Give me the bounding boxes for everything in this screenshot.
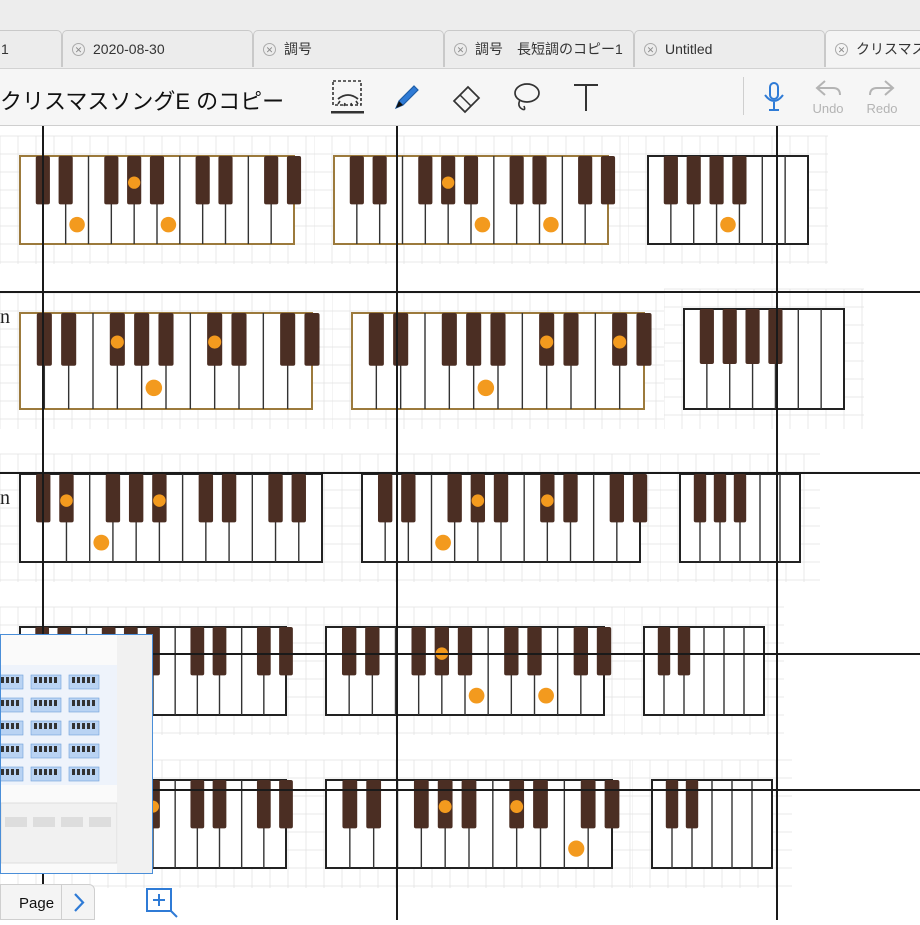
add-page-icon bbox=[146, 888, 178, 918]
table-row-line bbox=[0, 472, 920, 474]
tab-label: 1 bbox=[1, 41, 9, 57]
row-label: n bbox=[0, 487, 10, 509]
keyboard-diagram bbox=[627, 135, 828, 264]
table-row-line bbox=[0, 291, 920, 293]
close-tab-icon[interactable]: ✕ bbox=[72, 42, 85, 56]
redo-button[interactable]: Redo bbox=[861, 77, 903, 116]
pen-icon[interactable] bbox=[386, 77, 426, 117]
keyboard-diagram bbox=[623, 606, 784, 735]
keyboard-diagram bbox=[341, 453, 660, 582]
tab-label: 2020-08-30 bbox=[93, 41, 165, 57]
tab-key-signature[interactable]: ✕ 調号 bbox=[253, 30, 444, 67]
tab-label: 調号 bbox=[284, 41, 312, 57]
keyboard-diagram bbox=[305, 759, 632, 888]
tab-1[interactable]: 1 bbox=[0, 30, 62, 67]
page-navigator[interactable]: Page bbox=[0, 884, 95, 920]
tab-2020-08-30[interactable]: ✕ 2020-08-30 bbox=[62, 30, 253, 67]
document-title[interactable]: クリスマスソングE のコピー bbox=[0, 84, 284, 116]
close-tab-icon[interactable]: ✕ bbox=[835, 42, 848, 56]
lasso-icon[interactable] bbox=[506, 77, 546, 117]
keyboard-diagram bbox=[0, 292, 332, 429]
keyboard-diagram bbox=[331, 292, 664, 429]
tab-bar: 1 ✕ 2020-08-30 ✕ 調号 ✕ 調号 長短調のコピー1 ✕ Unti… bbox=[0, 0, 920, 69]
keyboard-diagram bbox=[631, 759, 792, 888]
tab-untitled[interactable]: ✕ Untitled bbox=[634, 30, 825, 67]
eraser-icon[interactable] bbox=[446, 77, 486, 117]
tab-label: クリスマスソ bbox=[856, 41, 920, 57]
close-tab-icon[interactable]: ✕ bbox=[454, 42, 467, 56]
tab-christmas-song[interactable]: ✕ クリスマスソ bbox=[825, 30, 920, 67]
add-page-button[interactable] bbox=[144, 884, 180, 920]
keyboard-diagram bbox=[313, 135, 628, 264]
close-tab-icon[interactable]: ✕ bbox=[644, 42, 657, 56]
page-label: Page bbox=[19, 895, 55, 912]
undo-button[interactable]: Undo bbox=[807, 77, 849, 116]
microphone-icon[interactable] bbox=[754, 77, 794, 117]
table-column-line bbox=[396, 126, 398, 920]
toolbar-divider bbox=[743, 77, 744, 115]
read-mode-icon[interactable] bbox=[328, 77, 368, 117]
toolbar: クリスマスソングE のコピー Undo Redo bbox=[0, 69, 920, 126]
keyboard-diagram bbox=[0, 453, 343, 582]
text-icon[interactable] bbox=[566, 77, 606, 117]
tab-label: 調号 長短調のコピー1 bbox=[475, 41, 623, 57]
tab-label: Untitled bbox=[665, 41, 713, 57]
keyboard-diagram bbox=[659, 453, 820, 582]
page-thumbnail[interactable] bbox=[0, 634, 153, 874]
keyboard-diagram bbox=[305, 606, 624, 735]
row-label: n bbox=[0, 306, 10, 328]
page-thumbnail-preview bbox=[1, 635, 152, 873]
tab-key-signature-copy[interactable]: ✕ 調号 長短調のコピー1 bbox=[444, 30, 634, 67]
table-column-line bbox=[776, 126, 778, 920]
undo-label: Undo bbox=[812, 101, 844, 116]
redo-label: Redo bbox=[866, 101, 898, 116]
chevron-right-icon bbox=[74, 893, 85, 912]
keyboard-diagram bbox=[663, 288, 864, 429]
redo-icon bbox=[869, 80, 895, 96]
keyboard-diagram bbox=[0, 135, 314, 264]
undo-icon bbox=[815, 80, 841, 96]
close-tab-icon[interactable]: ✕ bbox=[263, 42, 276, 56]
next-page-button[interactable] bbox=[61, 885, 96, 920]
